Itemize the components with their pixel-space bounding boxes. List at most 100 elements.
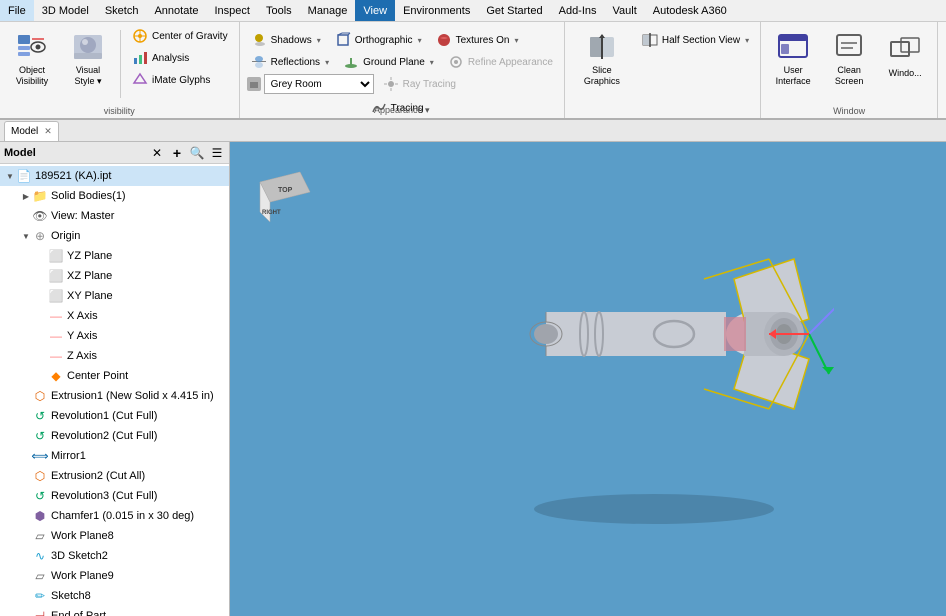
tree-icon-solid-bodies: 📁 bbox=[32, 188, 48, 204]
tree-item-extrusion2[interactable]: ⬡Extrusion2 (Cut All) bbox=[0, 466, 229, 486]
menu-addins[interactable]: Add-Ins bbox=[551, 0, 605, 21]
object-visibility-icon bbox=[16, 31, 48, 63]
tree-icon-chamfer1: ⬢ bbox=[32, 508, 48, 524]
object-visibility-button[interactable]: ObjectVisibility bbox=[6, 26, 58, 92]
panel-search-icon[interactable]: 🔍 bbox=[189, 145, 205, 161]
tree-item-x-axis[interactable]: —X Axis bbox=[0, 306, 229, 326]
grey-room-select[interactable]: Grey Room bbox=[264, 74, 374, 94]
menu-manage[interactable]: Manage bbox=[300, 0, 356, 21]
user-interface-button[interactable]: UserInterface bbox=[767, 26, 819, 92]
imate-glyphs-icon bbox=[132, 72, 148, 88]
analysis-label: Analysis bbox=[152, 53, 189, 64]
tab-model-close[interactable]: ✕ bbox=[44, 126, 52, 137]
tree-item-sketch8[interactable]: ✏Sketch8 bbox=[0, 586, 229, 606]
slice-graphics-button[interactable]: SliceGraphics bbox=[571, 26, 633, 92]
clean-screen-button[interactable]: CleanScreen bbox=[823, 26, 875, 92]
tree-label-work-plane8: Work Plane8 bbox=[51, 530, 114, 542]
tree-arrow-root[interactable]: ▼ bbox=[4, 172, 16, 181]
ray-tracing-button[interactable]: Ray Tracing bbox=[378, 74, 461, 94]
menu-vault[interactable]: Vault bbox=[605, 0, 645, 21]
tab-model[interactable]: Model ✕ bbox=[4, 121, 59, 141]
menu-3dmodel[interactable]: 3D Model bbox=[34, 0, 97, 21]
grey-room-container: Grey Room bbox=[246, 74, 374, 94]
menu-file[interactable]: File bbox=[0, 0, 34, 21]
menu-get-started[interactable]: Get Started bbox=[478, 0, 550, 21]
tree-icon-work-plane8: ▱ bbox=[32, 528, 48, 544]
reflections-button[interactable]: Reflections ▾ bbox=[246, 52, 334, 72]
viewport[interactable]: TOP RIGHT bbox=[230, 142, 946, 616]
tree-icon-root: 📄 bbox=[16, 168, 32, 184]
main-area: Model ✕ + 🔍 ☰ ▼📄189521 (KA).ipt▶📁Solid B… bbox=[0, 142, 946, 616]
tree-item-mirror1[interactable]: ⟺Mirror1 bbox=[0, 446, 229, 466]
section-col: Half Section View ▾ bbox=[637, 26, 754, 50]
ribbon: ObjectVisibility Visual Style ▾ bbox=[0, 22, 946, 120]
panel-add-icon[interactable]: + bbox=[169, 145, 185, 161]
tree-item-center-point[interactable]: ◆Center Point bbox=[0, 366, 229, 386]
tree-label-y-axis: Y Axis bbox=[67, 330, 97, 342]
tree-icon-sketch3d2: ∿ bbox=[32, 548, 48, 564]
orthographic-button[interactable]: Orthographic ▾ bbox=[330, 30, 427, 50]
textures-on-label: Textures On bbox=[456, 35, 510, 46]
user-interface-label: UserInterface bbox=[776, 65, 811, 87]
window-content: UserInterface CleanScreen bbox=[767, 26, 931, 116]
tree-item-work-plane8[interactable]: ▱Work Plane8 bbox=[0, 526, 229, 546]
view-cube[interactable]: TOP RIGHT bbox=[250, 162, 320, 232]
tree-arrow-origin[interactable]: ▼ bbox=[20, 232, 32, 241]
tree-item-revolution1[interactable]: ↺Revolution1 (Cut Full) bbox=[0, 406, 229, 426]
tree-label-sketch3d2: 3D Sketch2 bbox=[51, 550, 108, 562]
visual-style-button[interactable]: Visual Style ▾ bbox=[62, 26, 114, 92]
tree-item-origin[interactable]: ▼⊕Origin bbox=[0, 226, 229, 246]
tree-label-x-axis: X Axis bbox=[67, 310, 98, 322]
tree-area: ▼📄189521 (KA).ipt▶📁Solid Bodies(1)👁View:… bbox=[0, 164, 229, 616]
imate-glyphs-button[interactable]: iMate Glyphs bbox=[127, 70, 233, 90]
panel-title: Model bbox=[4, 147, 145, 159]
center-of-gravity-button[interactable]: Center of Gravity bbox=[127, 26, 233, 46]
tree-arrow-solid-bodies[interactable]: ▶ bbox=[20, 192, 32, 201]
ribbon-group-visibility: ObjectVisibility Visual Style ▾ bbox=[0, 22, 240, 118]
tree-icon-xy-plane: ⬜ bbox=[48, 288, 64, 304]
shadows-button[interactable]: Shadows ▾ bbox=[246, 30, 326, 50]
tree-icon-sketch8: ✏ bbox=[32, 588, 48, 604]
tree-item-z-axis[interactable]: —Z Axis bbox=[0, 346, 229, 366]
switch-windows-icon bbox=[889, 34, 921, 66]
menu-inspect[interactable]: Inspect bbox=[207, 0, 258, 21]
tree-icon-extrusion2: ⬡ bbox=[32, 468, 48, 484]
graphics-content: SliceGraphics Half Section View ▾ bbox=[571, 26, 754, 116]
ground-plane-button[interactable]: Ground Plane ▾ bbox=[338, 52, 439, 72]
menu-sketch[interactable]: Sketch bbox=[97, 0, 147, 21]
analysis-button[interactable]: Analysis bbox=[127, 48, 233, 68]
half-section-view-button[interactable]: Half Section View ▾ bbox=[637, 30, 754, 50]
panel-close-icon[interactable]: ✕ bbox=[149, 145, 165, 161]
menu-autodesk-a360[interactable]: Autodesk A360 bbox=[645, 0, 735, 21]
tree-item-solid-bodies[interactable]: ▶📁Solid Bodies(1) bbox=[0, 186, 229, 206]
shadows-icon bbox=[251, 32, 267, 48]
tree-icon-x-axis: — bbox=[48, 308, 64, 324]
menu-environments[interactable]: Environments bbox=[395, 0, 478, 21]
refine-appearance-button[interactable]: Refine Appearance bbox=[443, 52, 558, 72]
tree-item-revolution3[interactable]: ↺Revolution3 (Cut Full) bbox=[0, 486, 229, 506]
tree-item-yz-plane[interactable]: ⬜YZ Plane bbox=[0, 246, 229, 266]
orthographic-icon bbox=[335, 32, 351, 48]
tree-label-revolution2: Revolution2 (Cut Full) bbox=[51, 430, 157, 442]
tree-item-extrusion1[interactable]: ⬡Extrusion1 (New Solid x 4.415 in) bbox=[0, 386, 229, 406]
menu-annotate[interactable]: Annotate bbox=[146, 0, 206, 21]
tree-label-solid-bodies: Solid Bodies(1) bbox=[51, 190, 126, 202]
tree-item-end-of-part[interactable]: ⊣End of Part bbox=[0, 606, 229, 616]
tree-item-revolution2[interactable]: ↺Revolution2 (Cut Full) bbox=[0, 426, 229, 446]
tree-item-root[interactable]: ▼📄189521 (KA).ipt bbox=[0, 166, 229, 186]
tree-label-end-of-part: End of Part bbox=[51, 610, 106, 616]
tree-item-y-axis[interactable]: —Y Axis bbox=[0, 326, 229, 346]
panel-menu-icon[interactable]: ☰ bbox=[209, 145, 225, 161]
tree-item-work-plane9[interactable]: ▱Work Plane9 bbox=[0, 566, 229, 586]
tree-item-sketch3d2[interactable]: ∿3D Sketch2 bbox=[0, 546, 229, 566]
tree-item-view-master[interactable]: 👁View: Master bbox=[0, 206, 229, 226]
menu-view[interactable]: View bbox=[355, 0, 395, 21]
textures-on-button[interactable]: Textures On ▾ bbox=[431, 30, 524, 50]
tree-item-chamfer1[interactable]: ⬢Chamfer1 (0.015 in x 30 deg) bbox=[0, 506, 229, 526]
analysis-icon bbox=[132, 50, 148, 66]
tree-item-xy-plane[interactable]: ⬜XY Plane bbox=[0, 286, 229, 306]
user-interface-icon bbox=[777, 31, 809, 63]
menu-tools[interactable]: Tools bbox=[258, 0, 300, 21]
switch-windows-button[interactable]: Windo... bbox=[879, 26, 931, 86]
tree-item-xz-plane[interactable]: ⬜XZ Plane bbox=[0, 266, 229, 286]
